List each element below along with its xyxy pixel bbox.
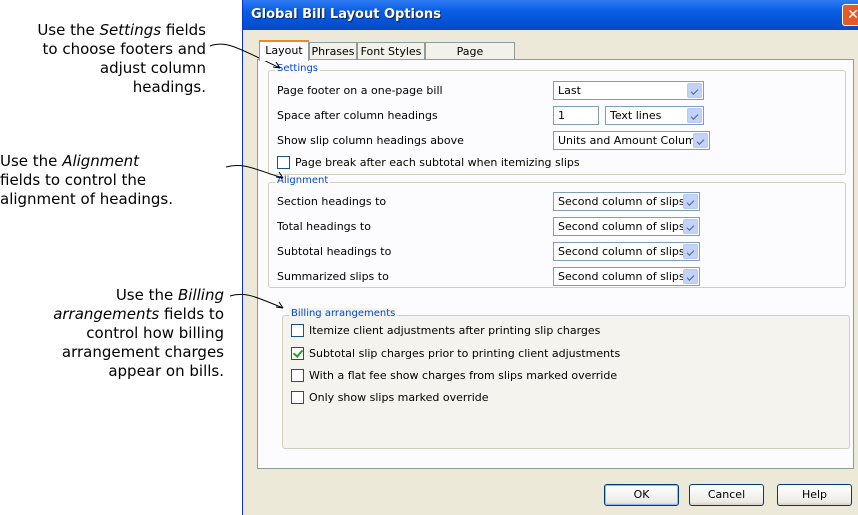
cancel-button[interactable]: Cancel (689, 484, 764, 506)
callout-settings-line: to choose footers and (42, 40, 206, 58)
callout-settings-post: fields (161, 21, 206, 39)
space-unit-select[interactable]: Text lines (605, 106, 704, 125)
space-after-label: Space after column headings (277, 109, 438, 122)
subtotal-headings-select[interactable]: Second column of slips (553, 242, 700, 261)
tab-font-styles[interactable]: Font Styles (357, 42, 425, 59)
chevron-down-icon[interactable] (683, 219, 698, 234)
chevron-down-icon[interactable] (687, 108, 702, 123)
callout-billing-pre: Use the (115, 286, 178, 304)
callout-settings-em: Settings (99, 21, 162, 39)
alignment-value: Second column of slips (558, 195, 685, 208)
callout-billing-post2: fields to (159, 305, 224, 323)
close-icon[interactable]: ✕ (842, 4, 858, 26)
callout-billing-line: appear on bills. (108, 362, 224, 380)
total-headings-select[interactable]: Second column of slips (553, 217, 700, 236)
section-headings-select[interactable]: Second column of slips (553, 192, 700, 211)
show-headings-label: Show slip column headings above (277, 134, 464, 147)
space-unit-value: Text lines (610, 109, 662, 122)
space-after-input[interactable]: 1 (553, 106, 599, 125)
billing-group: Billing arrangements Itemize client adju… (282, 308, 850, 449)
chevron-down-icon[interactable] (683, 269, 698, 284)
callout-alignment-line: alignment of headings. (0, 190, 174, 208)
chevron-down-icon[interactable] (683, 194, 698, 209)
billing-option-label[interactable]: Subtotal slip charges prior to printing … (309, 347, 620, 360)
settings-group: Settings Page footer on a one-page bill … (268, 63, 846, 175)
chevron-down-icon[interactable] (683, 244, 698, 259)
chevron-down-icon[interactable] (687, 83, 702, 98)
callout-alignment-line: fields to control the (0, 171, 147, 189)
help-button[interactable]: Help (777, 484, 852, 506)
page-footer-select[interactable]: Last (553, 81, 704, 100)
dialog-window: Global Bill Layout Options ✕ Layout Phra… (242, 0, 858, 515)
callout-billing-em2: arrangements (53, 305, 160, 323)
callout-settings: Use the Settings fields to choose footer… (0, 21, 206, 97)
alignment-group: Alignment Section headings to Second col… (268, 175, 846, 288)
chevron-down-icon[interactable] (693, 133, 708, 148)
alignment-label: Total headings to (277, 220, 371, 233)
alignment-value: Second column of slips (558, 270, 685, 283)
alignment-legend: Alignment (275, 175, 331, 186)
callout-billing-line: control how billing (86, 324, 224, 342)
billing-option-label[interactable]: Only show slips marked override (309, 391, 489, 404)
callout-billing-line: arrangement charges (61, 343, 224, 361)
page-break-label[interactable]: Page break after each subtotal when item… (295, 156, 580, 169)
show-headings-value: Units and Amount Column (558, 134, 703, 147)
callout-settings-pre: Use the (37, 21, 100, 39)
page-footer-label: Page footer on a one-page bill (277, 84, 443, 97)
callout-settings-line: headings. (132, 78, 206, 96)
subtotal-charges-checkbox[interactable] (291, 347, 304, 360)
only-override-checkbox[interactable] (291, 391, 304, 404)
billing-option-label[interactable]: Itemize client adjustments after printin… (309, 324, 600, 337)
title-bar[interactable]: Global Bill Layout Options ✕ (243, 0, 858, 30)
summarized-slips-select[interactable]: Second column of slips (553, 267, 700, 286)
settings-legend: Settings (275, 63, 321, 74)
callout-alignment-em: Alignment (62, 152, 140, 170)
space-after-value: 1 (558, 109, 565, 122)
callout-alignment: Use the Alignment fields to control the … (0, 152, 230, 209)
callout-billing: Use the Billing arrangements fields to c… (0, 286, 224, 381)
callout-alignment-pre: Use the (0, 152, 63, 170)
alignment-label: Subtotal headings to (277, 245, 392, 258)
tab-phrases[interactable]: Phrases (309, 42, 357, 59)
callout-billing-em: Billing (178, 286, 224, 304)
alignment-label: Summarized slips to (277, 270, 389, 283)
tab-page-orientation[interactable]: Page Orientation (425, 42, 515, 75)
page-footer-value: Last (558, 84, 581, 97)
page-break-checkbox[interactable] (277, 156, 290, 169)
billing-legend: Billing arrangements (289, 308, 398, 319)
show-headings-select[interactable]: Units and Amount Column (553, 131, 710, 150)
ok-button[interactable]: OK (604, 484, 679, 506)
alignment-label: Section headings to (277, 195, 387, 208)
itemize-adjustments-checkbox[interactable] (291, 324, 304, 337)
callout-settings-line: adjust column (99, 59, 206, 77)
tab-layout[interactable]: Layout (259, 40, 309, 61)
alignment-value: Second column of slips (558, 220, 685, 233)
alignment-value: Second column of slips (558, 245, 685, 258)
billing-option-label[interactable]: With a flat fee show charges from slips … (309, 369, 617, 382)
flat-fee-checkbox[interactable] (291, 369, 304, 382)
window-title: Global Bill Layout Options (251, 7, 441, 22)
tab-panel-layout: Settings Page footer on a one-page bill … (257, 59, 854, 469)
